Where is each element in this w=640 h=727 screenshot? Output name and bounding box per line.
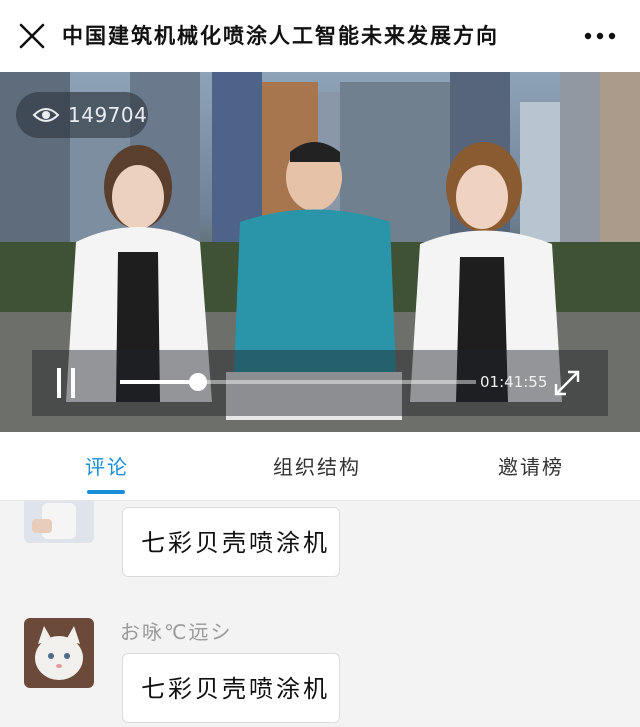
pause-button[interactable]: [54, 366, 80, 400]
comment-bubble: 七彩贝壳喷涂机: [122, 653, 340, 723]
video-controls: 01:41:55: [32, 350, 608, 416]
view-count: 149704: [68, 103, 148, 127]
fullscreen-icon: [554, 370, 580, 396]
tab-comments[interactable]: 评论: [85, 454, 129, 480]
close-button[interactable]: [14, 18, 50, 54]
progress-bar[interactable]: [120, 373, 476, 391]
fullscreen-button[interactable]: [550, 366, 584, 400]
comment-bubble: 七彩贝壳喷涂机: [122, 507, 340, 577]
page-title: 中国建筑机械化喷涂人工智能未来发展方向: [62, 24, 499, 48]
comment-list: 七彩贝壳喷涂机 お咏℃远シ 七彩贝壳喷涂机: [0, 501, 640, 727]
avatar[interactable]: [24, 501, 94, 543]
active-tab-indicator: [87, 490, 125, 494]
top-bar: 中国建筑机械化喷涂人工智能未来发展方向: [0, 0, 640, 72]
avatar-image: [24, 501, 94, 543]
eye-icon: [32, 108, 60, 122]
tab-bar: 评论 组织结构 邀请榜: [0, 432, 640, 501]
pause-icon: [57, 368, 75, 398]
more-icon: [584, 32, 616, 40]
tab-organization[interactable]: 组织结构: [273, 454, 361, 480]
video-time: 01:41:55: [480, 373, 548, 391]
video-player[interactable]: 149704 01:41:55: [0, 72, 640, 432]
close-icon: [19, 23, 45, 49]
progress-thumb[interactable]: [189, 373, 208, 391]
progress-fill: [120, 380, 199, 384]
comment-username: お咏℃远シ: [120, 620, 233, 644]
tab-invite-ranking[interactable]: 邀请榜: [498, 454, 564, 480]
view-count-badge: 149704: [16, 92, 148, 138]
more-button[interactable]: [580, 24, 620, 48]
avatar-image: [24, 618, 94, 688]
avatar[interactable]: [24, 618, 94, 688]
